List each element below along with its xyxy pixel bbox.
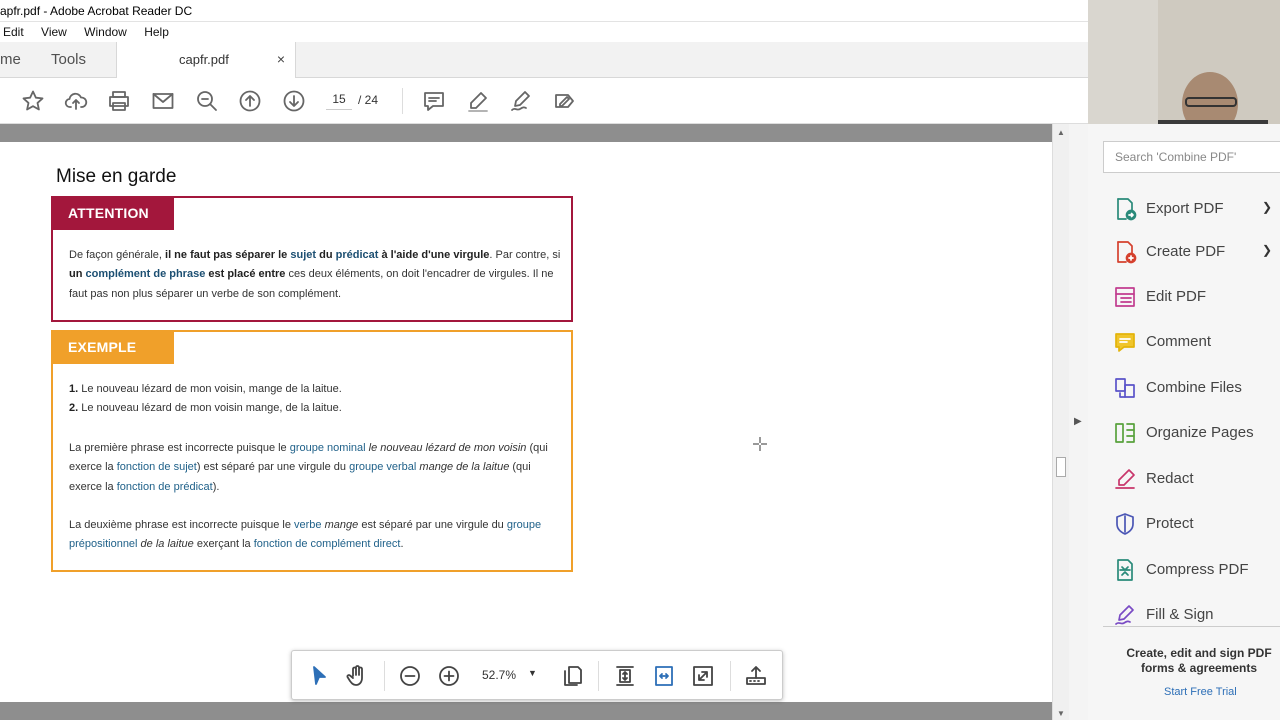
pane-collapse-strip[interactable]: ▶ [1069,124,1088,720]
toolbar-divider [402,88,403,114]
comment-icon[interactable] [422,89,446,113]
floating-toolbar: 52.7% ▼ [291,650,783,700]
tools-search-input[interactable]: Search 'Combine PDF' [1103,141,1280,173]
window-title-bar: capfr.pdf - Adobe Acrobat Reader DC [0,0,1088,22]
protect-icon [1113,512,1137,536]
fill-form-icon[interactable] [553,89,577,113]
scroll-thumb[interactable] [1056,457,1066,477]
document-heading: Mise en garde [56,166,177,187]
menu-window[interactable]: Window [84,22,127,42]
chevron-down-icon[interactable]: ❯ [1262,243,1272,257]
fit-width-icon[interactable] [652,664,676,688]
tab-document-label: capfr.pdf [179,52,229,67]
tab-document[interactable]: capfr.pdf × [116,42,296,79]
tool-protect[interactable]: Protect [1088,504,1280,544]
tab-tools[interactable]: Tools [51,51,86,68]
webcam-overlay [1088,0,1280,124]
page-display-icon[interactable] [561,664,585,688]
redact-icon [1113,467,1137,491]
attention-title: ATTENTION [52,197,174,230]
tool-comment[interactable]: Comment [1088,322,1280,362]
tool-combine-files[interactable]: Combine Files [1088,368,1280,408]
tool-fill-sign[interactable]: Fill & Sign [1088,595,1280,625]
hand-tool-icon[interactable] [345,664,369,688]
chevron-down-icon[interactable]: ❯ [1262,200,1272,214]
example-explanation-1: La première phrase est incorrecte puisqu… [69,442,548,493]
scroll-up-icon[interactable]: ▲ [1057,128,1065,137]
zoom-in-icon[interactable] [437,664,461,688]
menu-view[interactable]: View [41,22,67,42]
window-title: capfr.pdf - Adobe Acrobat Reader DC [0,4,193,18]
select-cursor-icon[interactable] [307,664,331,688]
attention-box: ATTENTION De façon générale, il ne faut … [51,196,573,322]
example-sentences: 1. Le nouveau lézard de mon voisin, mang… [69,383,342,415]
sign-icon[interactable] [509,89,533,113]
total-pages: / 24 [358,93,379,107]
tool-compress-pdf[interactable]: Compress PDF [1088,550,1280,590]
floating-toolbar-divider [384,661,385,691]
tool-edit-pdf[interactable]: Edit PDF [1088,277,1280,317]
tools-pane: Search 'Combine PDF' Export PDF ❯ Create… [1088,124,1280,720]
crosshair-cursor-icon [752,436,768,452]
share-upload-icon[interactable] [744,664,768,688]
export-pdf-icon [1113,197,1137,221]
collapse-pane-icon[interactable]: ▶ [1074,416,1082,427]
example-title: EXEMPLE [52,331,174,364]
start-free-trial-link[interactable]: Start Free Trial [1164,686,1237,698]
edit-pdf-icon [1113,285,1137,309]
print-icon[interactable] [107,89,131,113]
compress-pdf-icon [1113,558,1137,582]
fit-page-icon[interactable] [613,664,637,688]
current-page-input[interactable]: 15 [326,92,352,110]
fill-sign-icon [1113,603,1137,625]
main-toolbar: 15 / 24 [0,78,1088,124]
zoom-out-icon[interactable] [398,664,422,688]
floating-toolbar-divider [598,661,599,691]
organize-pages-icon [1113,421,1137,445]
tool-create-pdf[interactable]: Create PDF ❯ [1088,232,1280,272]
tool-redact[interactable]: Redact [1088,459,1280,499]
tool-export-pdf[interactable]: Export PDF ❯ [1088,189,1280,229]
pane-divider [1103,626,1280,627]
zoom-level[interactable]: 52.7% [482,668,516,682]
scroll-down-icon[interactable]: ▼ [1057,709,1065,718]
search-zoom-icon[interactable] [195,89,219,113]
bookmark-star-icon[interactable] [21,89,45,113]
create-pdf-icon [1113,240,1137,264]
comment-icon [1113,330,1137,354]
menu-help[interactable]: Help [144,22,169,42]
next-page-icon[interactable] [282,89,306,113]
email-icon[interactable] [151,89,175,113]
previous-page-icon[interactable] [238,89,262,113]
combine-files-icon [1113,376,1137,400]
upload-cloud-icon[interactable] [64,89,88,113]
vertical-scrollbar[interactable]: ▲ ▼ [1052,124,1069,720]
close-tab-icon[interactable]: × [277,51,285,67]
example-explanation-2: La deuxième phrase est incorrecte puisqu… [69,519,542,551]
attention-text: De façon générale, il ne faut pas sépare… [69,249,561,300]
menu-edit[interactable]: Edit [3,22,24,42]
highlight-pen-icon[interactable] [466,89,490,113]
zoom-dropdown-icon[interactable]: ▼ [528,668,537,678]
example-box: EXEMPLE 1. Le nouveau lézard de mon vois… [51,330,573,572]
promo-text: Create, edit and sign PDF forms & agreem… [1126,646,1272,675]
tab-home[interactable]: me [0,51,21,68]
tab-bar: me Tools capfr.pdf × [0,42,1088,79]
floating-toolbar-divider [730,661,731,691]
menu-bar: Edit View Window Help [0,22,1088,42]
tool-organize-pages[interactable]: Organize Pages [1088,413,1280,453]
full-screen-icon[interactable] [691,664,715,688]
